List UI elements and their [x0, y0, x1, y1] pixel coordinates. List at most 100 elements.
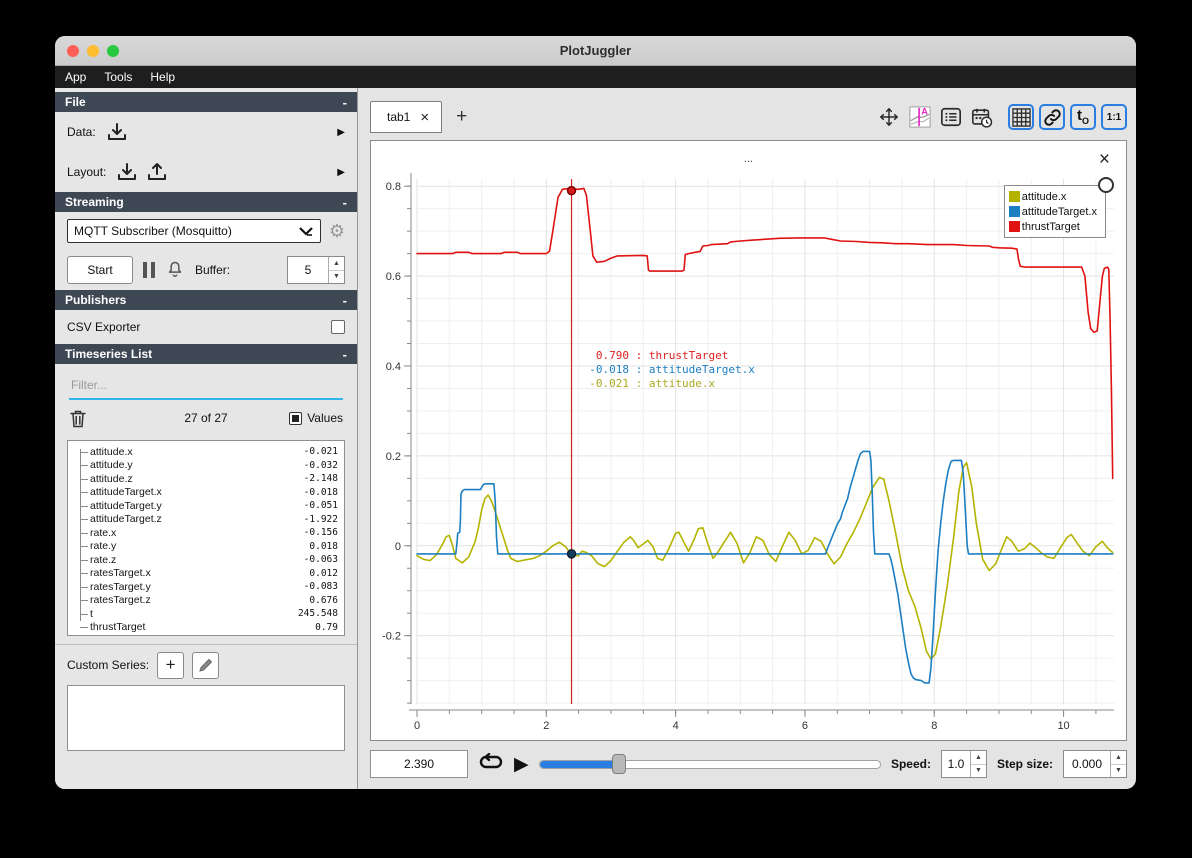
- slider-handle[interactable]: [611, 754, 626, 774]
- file-section-header[interactable]: File -: [55, 92, 357, 112]
- timeseries-value: -2.148: [303, 473, 338, 485]
- ratio-icon[interactable]: 1:1: [1101, 104, 1127, 130]
- gear-icon[interactable]: ⚙: [329, 222, 345, 240]
- timeseries-name: rate.y: [90, 540, 117, 553]
- legend-item[interactable]: attitude.x: [1008, 189, 1097, 204]
- streaming-source-select[interactable]: MQTT Subscriber (Mosquitto): [67, 219, 321, 243]
- streaming-section-header[interactable]: Streaming -: [55, 192, 357, 212]
- timeseries-row[interactable]: attitude.x -0.021: [68, 445, 338, 459]
- legend-list-icon[interactable]: [938, 104, 964, 130]
- speed-value: 1.0: [947, 757, 965, 771]
- close-tab-icon[interactable]: ×: [420, 110, 429, 125]
- spin-up-icon[interactable]: ▲: [329, 257, 344, 271]
- play-button[interactable]: ▶: [514, 755, 529, 774]
- timeseries-row[interactable]: thrustTarget 0.79: [68, 621, 338, 635]
- time-offset-icon[interactable]: tO: [1070, 104, 1096, 130]
- legend-handle-icon[interactable]: [1098, 177, 1114, 193]
- timeseries-row[interactable]: ratesTarget.x 0.012: [68, 567, 338, 581]
- timeseries-value: -0.021: [303, 446, 338, 458]
- timeseries-name: attitude.y: [90, 459, 133, 472]
- edit-custom-series-button[interactable]: [192, 651, 220, 679]
- timeseries-row[interactable]: t 245.548: [68, 607, 338, 621]
- timeseries-row[interactable]: rate.z -0.063: [68, 553, 338, 567]
- bell-icon[interactable]: [165, 260, 185, 280]
- collapse-icon[interactable]: -: [343, 347, 347, 362]
- collapse-icon[interactable]: -: [343, 95, 347, 110]
- timeseries-value: -0.051: [303, 500, 338, 512]
- spin-down-icon[interactable]: ▼: [1111, 765, 1126, 778]
- speed-spinner[interactable]: 1.0 ▲ ▼: [940, 750, 987, 778]
- menu-item-app[interactable]: App: [65, 70, 86, 84]
- loop-icon[interactable]: [478, 753, 504, 775]
- timeseries-row[interactable]: attitudeTarget.y -0.051: [68, 499, 338, 513]
- timeseries-name: ratesTarget.y: [90, 580, 151, 593]
- buffer-value: 5: [304, 263, 312, 277]
- time-slider[interactable]: [538, 752, 881, 776]
- pan-icon[interactable]: [876, 104, 902, 130]
- legend-item[interactable]: attitudeTarget.x: [1008, 204, 1097, 219]
- timeseries-value: -1.922: [303, 513, 338, 525]
- collapse-icon[interactable]: -: [343, 293, 347, 308]
- timeseries-name: attitudeTarget.y: [90, 499, 162, 512]
- collapse-icon[interactable]: -: [343, 195, 347, 210]
- menu-item-tools[interactable]: Tools: [104, 70, 132, 84]
- custom-series-label: Custom Series:: [67, 658, 150, 672]
- load-data-icon[interactable]: [106, 122, 128, 142]
- timeseries-section-header[interactable]: Timeseries List -: [55, 344, 357, 364]
- datetime-icon[interactable]: [969, 104, 995, 130]
- menu-item-help[interactable]: Help: [150, 70, 175, 84]
- timeseries-row[interactable]: attitudeTarget.z -1.922: [68, 513, 338, 527]
- timeseries-row[interactable]: rate.y 0.018: [68, 540, 338, 554]
- values-label: Values: [307, 411, 343, 425]
- timeseries-row[interactable]: ratesTarget.y -0.083: [68, 580, 338, 594]
- svg-text:A: A: [921, 106, 928, 116]
- slider-track[interactable]: [538, 759, 881, 769]
- grid-icon[interactable]: [1008, 104, 1034, 130]
- spin-down-icon[interactable]: ▼: [329, 271, 344, 284]
- data-expand-arrow[interactable]: ▶: [337, 127, 345, 138]
- timeseries-row[interactable]: rate.x -0.156: [68, 526, 338, 540]
- timeseries-row[interactable]: attitude.y -0.032: [68, 459, 338, 473]
- timeseries-row[interactable]: attitude.z -2.148: [68, 472, 338, 486]
- load-layout-icon[interactable]: [116, 162, 138, 182]
- filter-input[interactable]: [69, 374, 343, 400]
- legend-item[interactable]: thrustTarget: [1008, 219, 1097, 234]
- save-layout-icon[interactable]: [146, 162, 168, 182]
- plot-toolbar: A tO 1:1: [876, 104, 1127, 130]
- publishers-section-header[interactable]: Publishers -: [55, 290, 357, 310]
- timeseries-name: ratesTarget.x: [90, 567, 151, 580]
- csv-exporter-checkbox[interactable]: [331, 320, 345, 334]
- step-size-label: Step size:: [996, 757, 1053, 771]
- spin-up-icon[interactable]: ▲: [970, 751, 986, 765]
- timeseries-row[interactable]: ratesTarget.z 0.676: [68, 594, 338, 608]
- buffer-spinner[interactable]: 5 ▲ ▼: [287, 256, 345, 284]
- add-tab-button[interactable]: +: [456, 106, 467, 128]
- tracker-tooltip-line: -0.018 : attitudeTarget.x: [589, 363, 755, 376]
- timeseries-row[interactable]: attitudeTarget.x -0.018: [68, 486, 338, 500]
- speed-label: Speed:: [890, 757, 931, 771]
- values-toggle[interactable]: Values: [289, 411, 343, 425]
- close-plot-icon[interactable]: ×: [1099, 150, 1110, 169]
- step-size-spinner[interactable]: 0.000 ▲ ▼: [1063, 750, 1127, 778]
- chevron-down-icon: [298, 225, 314, 237]
- legend-label: thrustTarget: [1021, 220, 1080, 233]
- timeseries-name: attitudeTarget.z: [90, 513, 162, 526]
- pause-icon[interactable]: [143, 262, 155, 278]
- add-custom-series-button[interactable]: +: [157, 651, 185, 679]
- file-section-title: File: [65, 95, 86, 109]
- plot-legend[interactable]: attitude.x attitudeTarget.x thrustTarget: [1003, 177, 1114, 238]
- values-checkbox[interactable]: [289, 411, 303, 425]
- tab-tab1[interactable]: tab1 ×: [370, 101, 443, 133]
- trash-icon[interactable]: [69, 409, 87, 428]
- timeseries-name: attitude.z: [90, 472, 133, 485]
- spin-up-icon[interactable]: ▲: [1111, 751, 1126, 765]
- spin-down-icon[interactable]: ▼: [971, 765, 986, 778]
- link-axes-icon[interactable]: [1039, 104, 1065, 130]
- streaming-section-title: Streaming: [65, 195, 124, 209]
- plot-widget[interactable]: 0 2 4 6 8 10 0.8 0.6 0.4 0.2 0 -0.2 ... × attitude.…: [370, 140, 1127, 741]
- current-time-field[interactable]: 2.390: [370, 750, 468, 778]
- start-button[interactable]: Start: [67, 256, 133, 284]
- publishers-section-title: Publishers: [65, 293, 127, 307]
- layout-expand-arrow[interactable]: ▶: [337, 167, 345, 178]
- tracker-style-icon[interactable]: A: [907, 104, 933, 130]
